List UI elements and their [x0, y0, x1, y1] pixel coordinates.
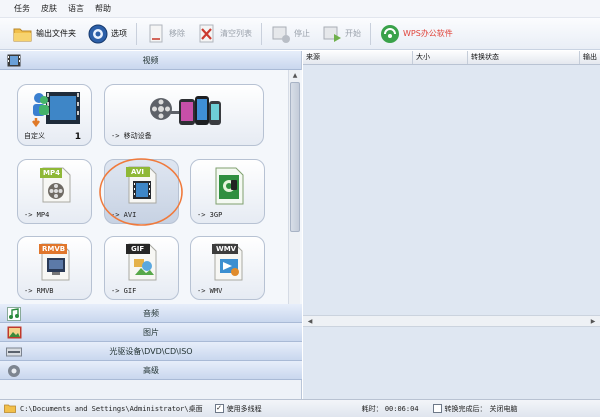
tile-wmv[interactable]: WMV -> WMV [190, 236, 265, 300]
category-video-header[interactable]: 视频 [0, 51, 301, 70]
play-icon [322, 24, 342, 44]
toolbar-separator [261, 22, 262, 45]
3gp-file-icon [213, 166, 245, 208]
menu-task[interactable]: 任务 [14, 3, 30, 14]
toolbar: 输出文件夹 选项 移除 清空列表 停止 开始 WPS办公软件 [0, 18, 600, 50]
category-image-header[interactable]: 图片 [0, 323, 302, 342]
category-advanced-header[interactable]: 高级 [0, 361, 302, 380]
multithread-option[interactable]: ✓ 使用多线程 [214, 404, 262, 414]
picture-icon [6, 325, 22, 340]
menu-language[interactable]: 语言 [68, 3, 84, 14]
menu-help[interactable]: 帮助 [95, 3, 111, 14]
music-note-icon [6, 306, 22, 321]
start-button[interactable]: 开始 [319, 21, 364, 47]
stop-icon [271, 24, 291, 44]
options-button[interactable]: 选项 [85, 21, 130, 47]
elapsed-time: 耗时： 00:06:04 [361, 404, 419, 413]
column-output[interactable]: 输出 [580, 51, 600, 64]
scroll-right-arrow-icon[interactable]: ▶ [588, 316, 598, 327]
wps-office-link[interactable]: WPS办公软件 [377, 21, 456, 47]
optical-drive-icon [6, 344, 22, 359]
custom-video-icon [30, 90, 82, 130]
remove-button[interactable]: 移除 [143, 21, 188, 47]
output-folder-button[interactable]: 输出文件夹 [10, 21, 79, 47]
category-optical-header[interactable]: 光驱设备\DVD\CD\ISO [0, 342, 302, 361]
scroll-left-arrow-icon[interactable]: ◀ [305, 316, 315, 327]
stop-button[interactable]: 停止 [268, 21, 313, 47]
tile-gif[interactable]: GIF -> GIF [104, 236, 179, 300]
gear-icon [88, 24, 108, 44]
preview-area [303, 327, 600, 399]
folder-small-icon [4, 403, 16, 415]
tile-mp4[interactable]: MP4 -> MP4 [17, 159, 92, 224]
wps-logo-icon [380, 24, 400, 44]
tile-3gp[interactable]: -> 3GP [190, 159, 265, 224]
tile-rmvb[interactable]: RMVB -> RMVB [17, 236, 92, 300]
tile-mobile-device[interactable]: -> 移动设备 [104, 84, 264, 146]
file-list-panel: 来源 大小 转换状态 输出 ◀ ▶ [303, 51, 600, 399]
file-list-body[interactable] [303, 65, 600, 315]
film-icon [6, 53, 22, 68]
scroll-up-arrow-icon[interactable]: ▲ [290, 71, 300, 81]
after-convert-checkbox[interactable] [432, 404, 442, 413]
status-bar: C:\Documents and Settings\Administrator\… [0, 399, 600, 417]
toolbar-separator [136, 22, 137, 45]
file-list-hscrollbar[interactable]: ◀ ▶ [303, 315, 600, 327]
after-convert-option[interactable]: 转换完成后： 关闭电脑 [432, 404, 518, 414]
conversion-category-panel: 视频 自定义 1 -> 移动设备 MP4 -> MP4 AVI -> AVI -… [0, 51, 302, 399]
menu-skin[interactable]: 皮肤 [41, 3, 57, 14]
folder-icon [13, 24, 33, 44]
menu-bar: 任务 皮肤 语言 帮助 [0, 0, 600, 18]
advanced-gear-icon [6, 363, 22, 378]
column-source[interactable]: 来源 [303, 51, 413, 64]
collapsed-categories: 音频 图片 光驱设备\DVD\CD\ISO 高级 [0, 304, 302, 380]
column-size[interactable]: 大小 [413, 51, 468, 64]
clear-list-button[interactable]: 清空列表 [194, 21, 255, 47]
selection-ring [99, 158, 183, 226]
column-status[interactable]: 转换状态 [468, 51, 580, 64]
multithread-checkbox[interactable]: ✓ [214, 404, 224, 413]
output-path[interactable]: C:\Documents and Settings\Administrator\… [4, 403, 203, 415]
scrollbar-thumb[interactable] [290, 82, 300, 232]
file-list-header: 来源 大小 转换状态 输出 [303, 51, 600, 65]
mobile-device-icon [149, 91, 225, 131]
document-remove-icon [146, 24, 166, 44]
category-audio-header[interactable]: 音频 [0, 304, 302, 323]
tile-custom[interactable]: 自定义 1 [17, 84, 92, 146]
clear-list-icon [197, 24, 217, 44]
toolbar-separator [370, 22, 371, 45]
